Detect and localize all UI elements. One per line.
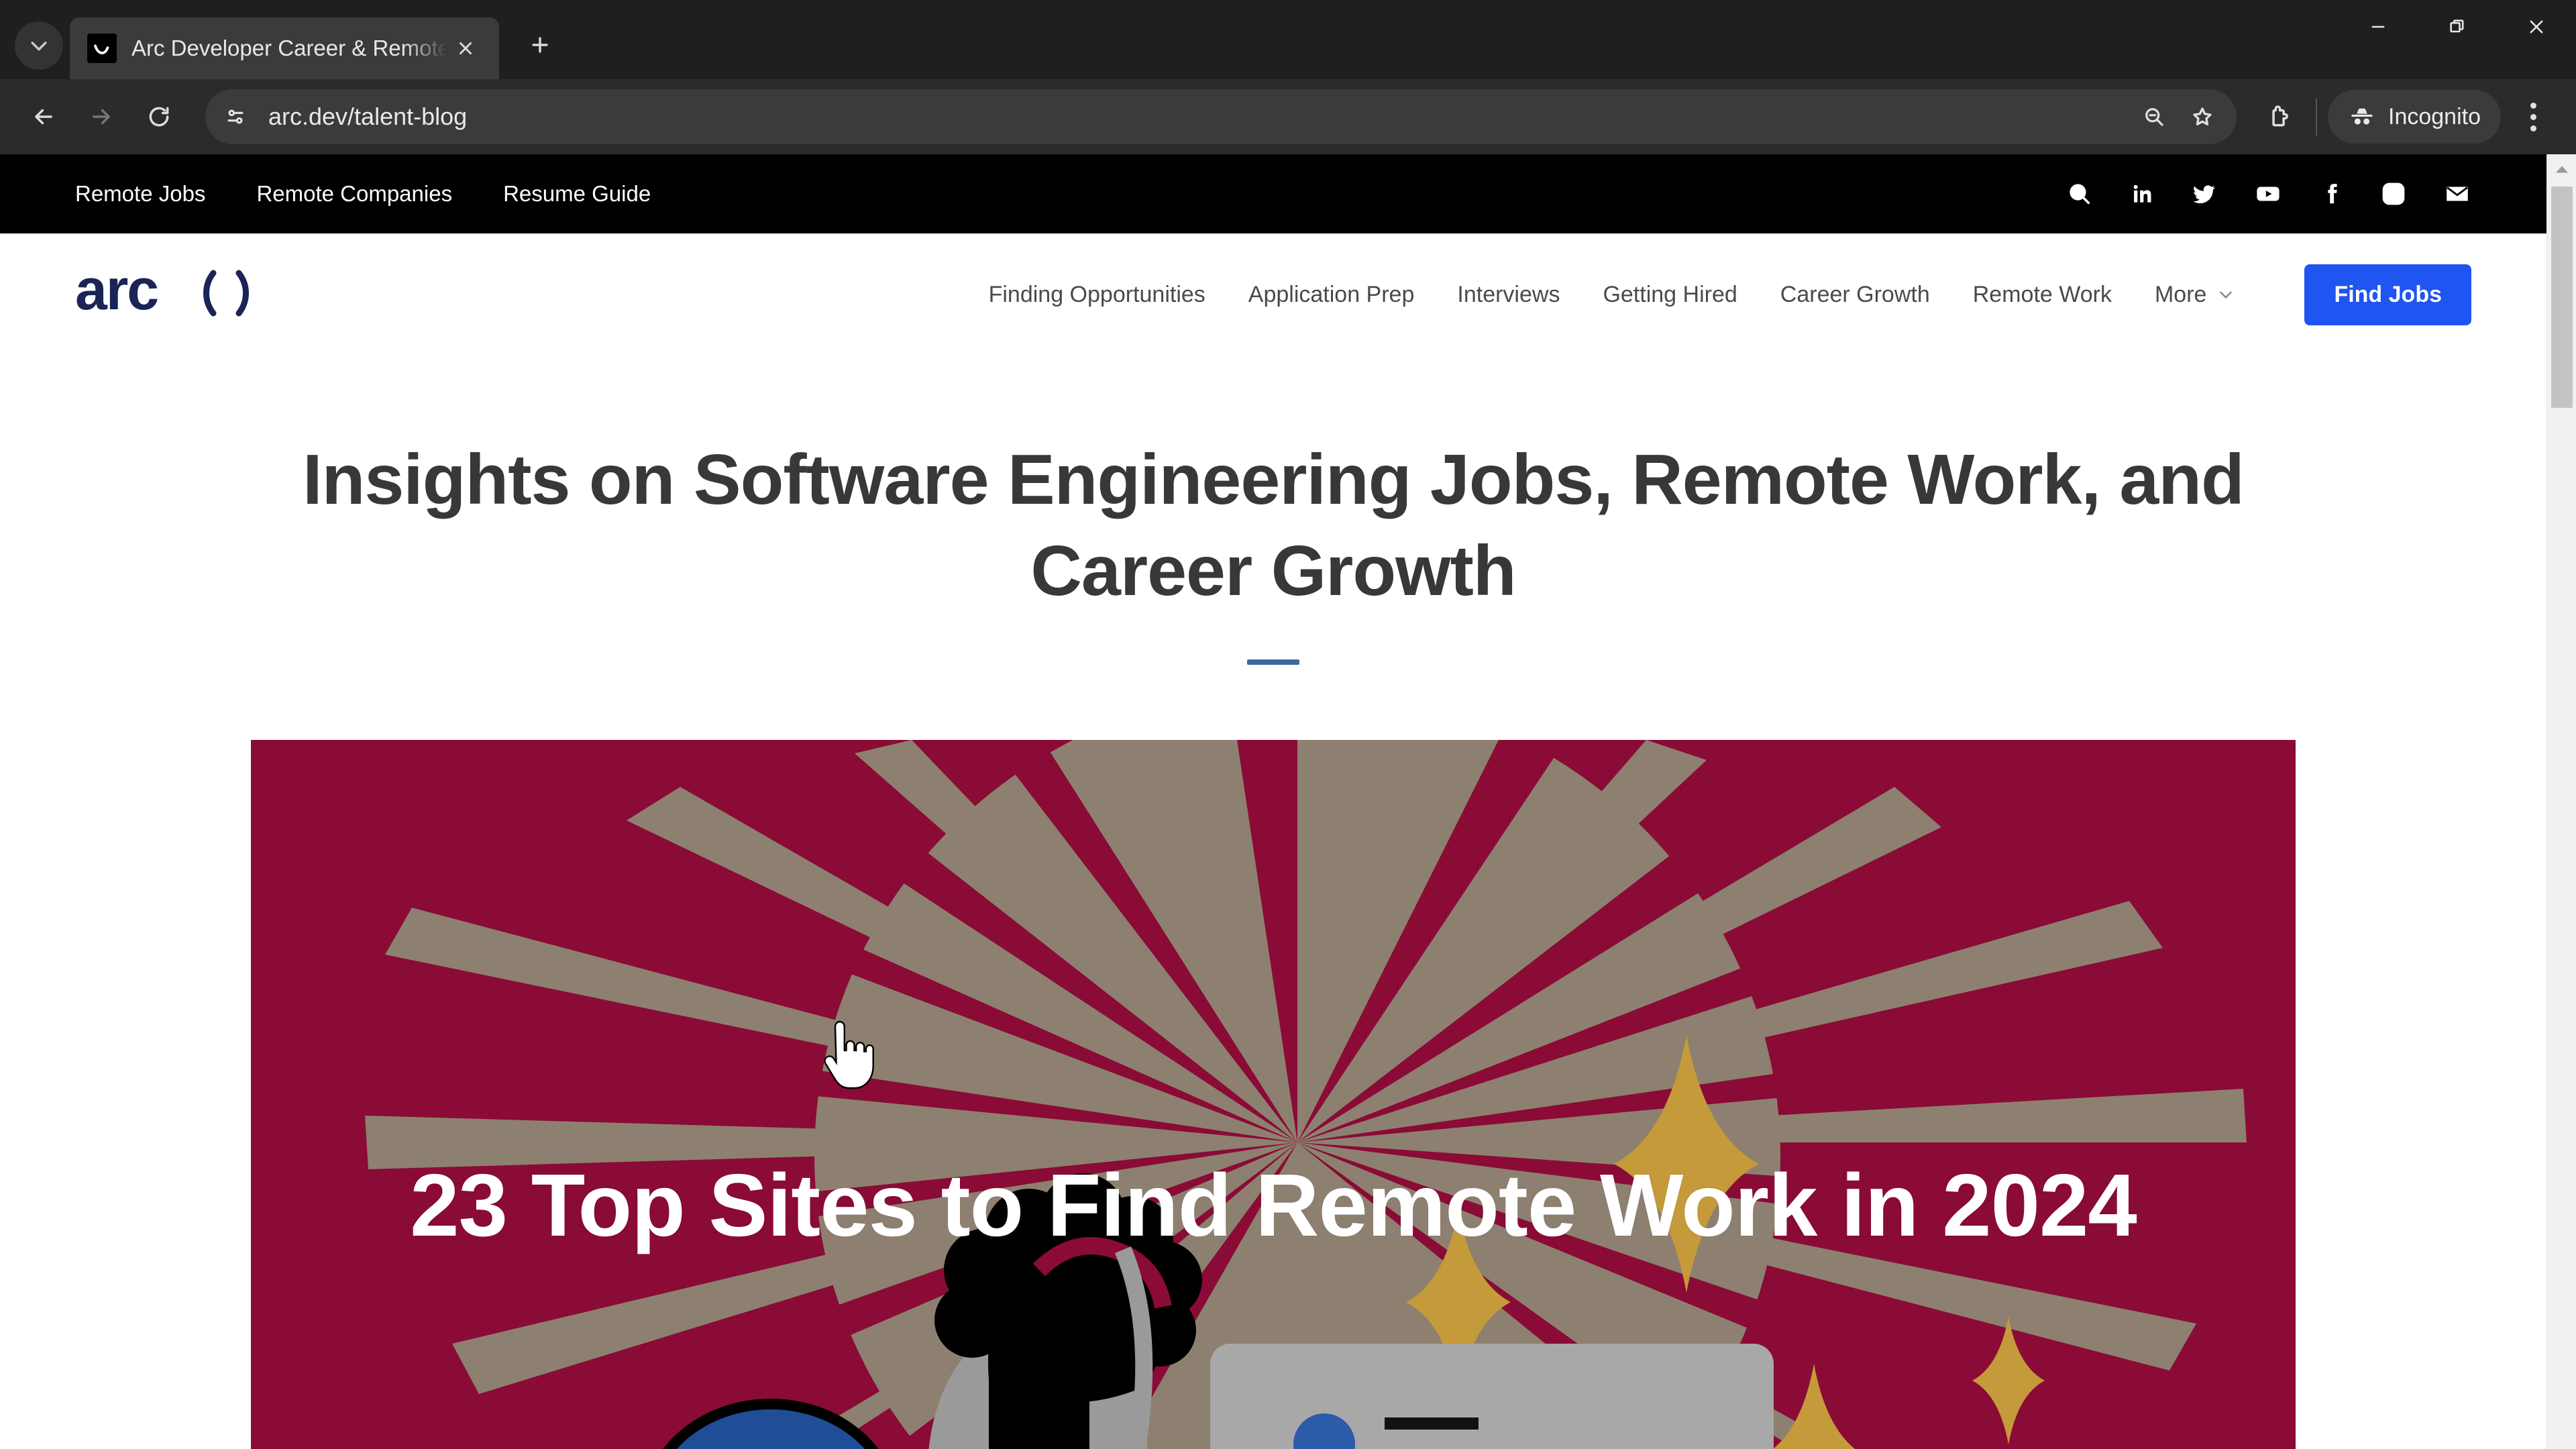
youtube-icon[interactable] [2254, 180, 2282, 208]
address-bar[interactable]: arc.dev/talent-blog [205, 89, 2237, 144]
scrollbar-thumb[interactable] [2551, 186, 2573, 408]
three-dot-menu-icon[interactable] [2508, 90, 2559, 144]
minimize-button[interactable] [2339, 0, 2418, 54]
topbar-link-resume-guide[interactable]: Resume Guide [503, 181, 651, 207]
tab-title: Arc Developer Career & Remote [131, 36, 447, 60]
tab-search-button[interactable] [15, 21, 63, 70]
incognito-indicator[interactable]: Incognito [2328, 90, 2501, 144]
nav-interviews[interactable]: Interviews [1457, 282, 1560, 308]
topbar-social-links [2066, 180, 2471, 208]
instagram-icon[interactable] [2380, 180, 2407, 207]
svg-text:arc: arc [75, 262, 158, 322]
document-illustration [1210, 1344, 1774, 1449]
nav-getting-hired[interactable]: Getting Hired [1603, 282, 1737, 308]
nav-more-dropdown[interactable]: More [2155, 282, 2235, 308]
restore-button[interactable] [2418, 0, 2497, 54]
nav-application-prep[interactable]: Application Prep [1248, 282, 1415, 308]
extensions-icon[interactable] [2253, 91, 2305, 143]
nav-career-growth[interactable]: Career Growth [1780, 282, 1930, 308]
zoom-out-icon[interactable] [2132, 95, 2176, 139]
linkedin-icon[interactable] [2129, 181, 2155, 207]
page-title: Insights on Software Engineering Jobs, R… [303, 440, 2245, 610]
browser-toolbar: arc.dev/talent-blog Incognito [0, 79, 2576, 154]
scroll-up-arrow-icon[interactable] [2547, 154, 2576, 184]
email-icon[interactable] [2443, 180, 2471, 208]
back-button[interactable] [17, 91, 70, 143]
chevron-down-icon [2220, 291, 2233, 299]
featured-post-title: 23 Top Sites to Find Remote Work in 2024 [410, 1156, 2137, 1255]
heading-divider [1247, 659, 1299, 665]
site-topbar: Remote Jobs Remote Companies Resume Guid… [0, 154, 2546, 233]
nav-remote-work[interactable]: Remote Work [1973, 282, 2112, 308]
browser-window: Arc Developer Career & Remote arc.dev/ta… [0, 0, 2576, 1449]
page-scrollbar[interactable] [2546, 154, 2576, 1449]
omnibox-actions [2128, 95, 2224, 139]
tab-close-icon[interactable] [447, 30, 484, 67]
url-text: arc.dev/talent-blog [268, 103, 468, 130]
main-navigation: Finding Opportunities Application Prep I… [989, 264, 2471, 325]
facebook-icon[interactable] [2318, 181, 2344, 207]
browser-tab[interactable]: Arc Developer Career & Remote [70, 17, 499, 79]
topbar-link-remote-jobs[interactable]: Remote Jobs [75, 181, 205, 207]
tune-icon[interactable] [215, 96, 256, 138]
nav-more-label: More [2154, 281, 2207, 307]
tab-strip: Arc Developer Career & Remote [0, 0, 2576, 79]
arc-favicon [87, 34, 117, 63]
reload-button[interactable] [133, 91, 185, 143]
toolbar-divider [2316, 98, 2317, 136]
find-jobs-button[interactable]: Find Jobs [2304, 264, 2471, 325]
nav-finding-opportunities[interactable]: Finding Opportunities [989, 282, 1205, 308]
forward-button[interactable] [75, 91, 127, 143]
incognito-label: Incognito [2388, 103, 2481, 129]
window-controls [2339, 0, 2576, 79]
twitter-icon[interactable] [2191, 180, 2218, 207]
web-page: Remote Jobs Remote Companies Resume Guid… [0, 154, 2546, 1449]
topbar-link-remote-companies[interactable]: Remote Companies [256, 181, 452, 207]
close-window-button[interactable] [2497, 0, 2576, 54]
search-icon[interactable] [2066, 180, 2093, 207]
arc-logo[interactable]: arc [75, 258, 297, 327]
featured-post-illustration [251, 740, 2296, 1449]
star-icon[interactable] [2180, 95, 2224, 139]
new-tab-button[interactable] [517, 21, 564, 68]
page-viewport: Remote Jobs Remote Companies Resume Guid… [0, 154, 2576, 1449]
topbar-links: Remote Jobs Remote Companies Resume Guid… [75, 181, 651, 207]
featured-post-card[interactable]: 23 Top Sites to Find Remote Work in 2024 [251, 740, 2296, 1449]
site-header: arc Finding Opportunities Application Pr… [0, 233, 2546, 356]
